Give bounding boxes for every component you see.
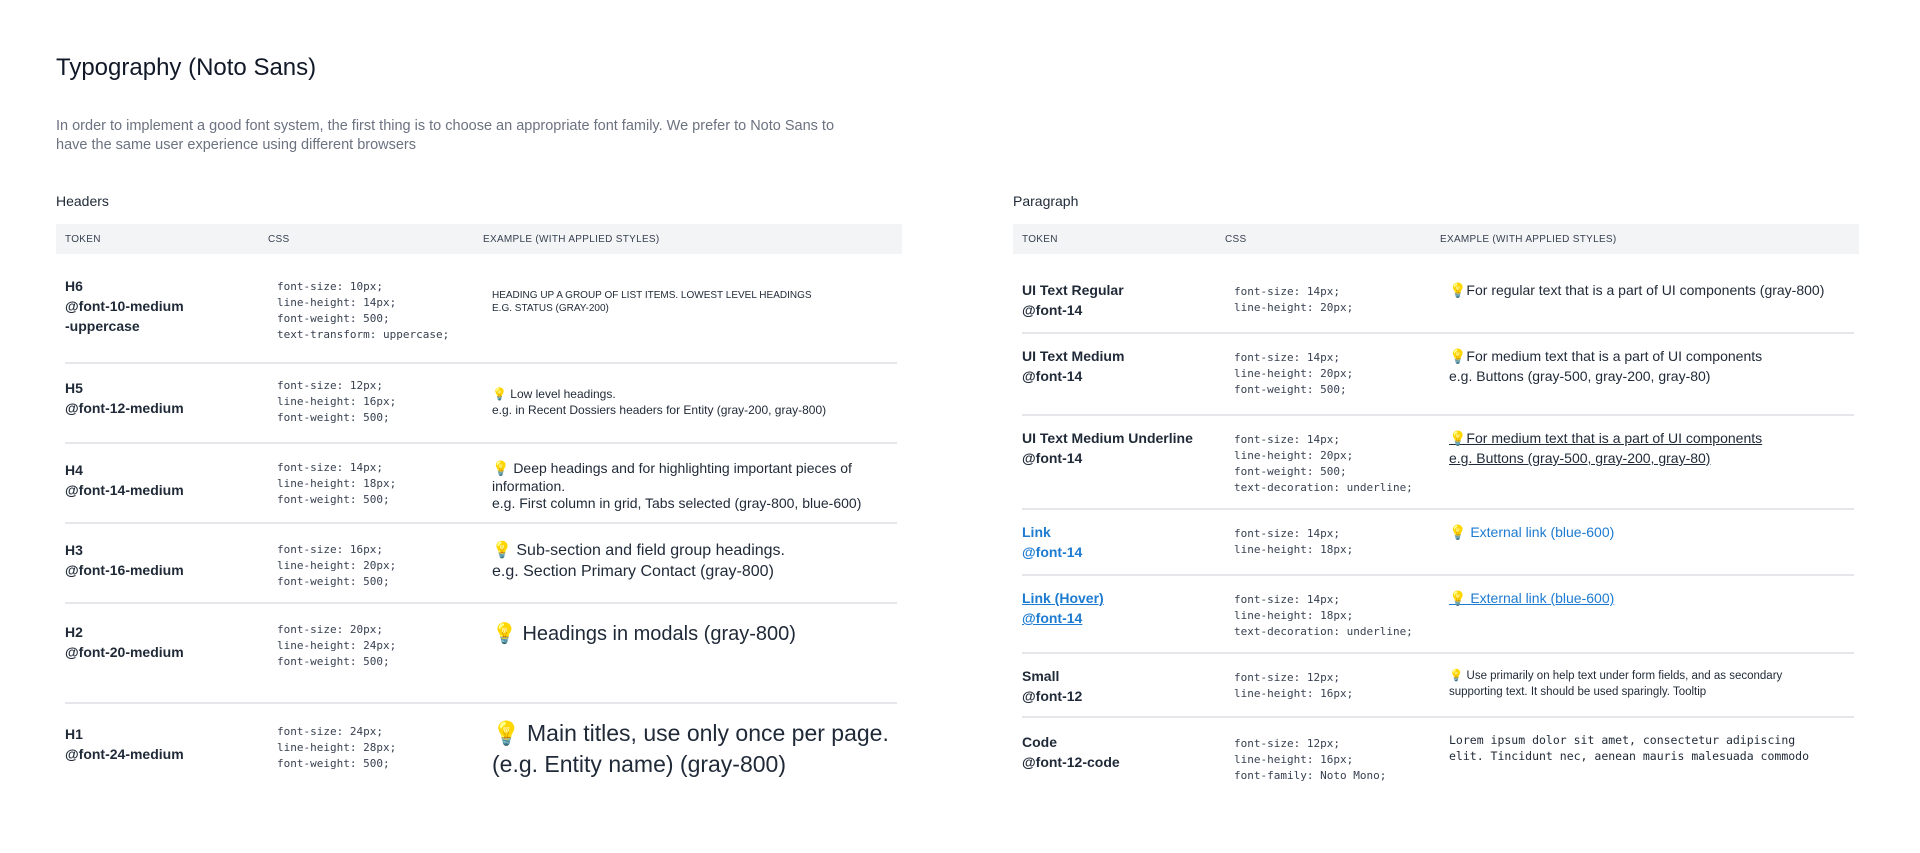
token-name: H1 @font-24-medium [65, 726, 184, 762]
column-token: TOKEN [65, 233, 101, 245]
token-name: UI Text Medium Underline @font-14 [1022, 430, 1193, 466]
token-name: H2 @font-20-medium [65, 624, 184, 660]
external-link[interactable]: 💡 External link (blue-600) [1449, 522, 1854, 542]
link-token[interactable]: Link @font-14 [1022, 522, 1234, 562]
page-description: In order to implement a good font system… [56, 118, 835, 153]
css-code: font-size: 14px; line-height: 18px; [1234, 527, 1354, 556]
example-text: 💡 Use primarily on help text under form … [1449, 670, 1783, 698]
table-row: Small @font-12 font-size: 12px; line-hei… [1022, 654, 1854, 718]
page-title: Typography (Noto Sans) [56, 54, 317, 81]
table-row: Link (Hover) @font-14 font-size: 14px; l… [1022, 576, 1854, 654]
code-example: Lorem ipsum dolor sit amet, consectetur … [1449, 733, 1810, 763]
headers-section: Headers TOKEN CSS EXAMPLE (WITH APPLIED … [56, 190, 902, 794]
headers-table-header: TOKEN CSS EXAMPLE (WITH APPLIED STYLES) [56, 224, 902, 254]
column-css: CSS [1225, 233, 1247, 245]
css-code: font-size: 16px; line-height: 20px; font… [277, 543, 397, 588]
css-code: font-size: 12px; line-height: 16px; font… [277, 379, 397, 424]
paragraph-section-title: Paragraph [1013, 193, 1079, 209]
table-row: H5 @font-12-medium font-size: 12px; line… [65, 364, 897, 444]
css-code: font-size: 24px; line-height: 28px; font… [277, 725, 397, 770]
token-name: H3 @font-16-medium [65, 542, 184, 578]
example-text: HEADING UP A GROUP OF LIST ITEMS. LOWEST… [492, 290, 812, 314]
example-text: 💡For medium text that is a part of UI co… [1449, 430, 1763, 466]
column-css: CSS [268, 233, 290, 245]
table-row: H1 @font-24-medium font-size: 24px; line… [65, 704, 897, 794]
table-row: H4 @font-14-medium font-size: 14px; line… [65, 444, 897, 524]
css-code: font-size: 12px; line-height: 16px; [1234, 671, 1354, 700]
token-name: H6 @font-10-medium -uppercase [65, 278, 184, 334]
example-text: 💡 Headings in modals (gray-800) [492, 623, 796, 645]
table-row: Code @font-12-code font-size: 12px; line… [1022, 718, 1854, 790]
example-text: 💡For medium text that is a part of UI co… [1449, 348, 1763, 384]
token-name: UI Text Regular @font-14 [1022, 282, 1124, 318]
paragraph-section: Paragraph TOKEN CSS EXAMPLE (WITH APPLIE… [1013, 190, 1859, 790]
css-code: font-size: 12px; line-height: 16px; font… [1234, 737, 1387, 782]
table-row: UI Text Medium Underline @font-14 font-s… [1022, 416, 1854, 510]
table-row: H6 @font-10-medium -uppercase font-size:… [65, 254, 897, 364]
css-code: font-size: 14px; line-height: 20px; font… [1234, 433, 1413, 494]
example-text: 💡 Sub-section and field group headings. … [492, 542, 785, 580]
headers-section-title: Headers [56, 193, 109, 209]
css-code: font-size: 14px; line-height: 18px; font… [277, 461, 397, 506]
table-row: UI Text Medium @font-14 font-size: 14px;… [1022, 334, 1854, 416]
css-code: font-size: 14px; line-height: 18px; text… [1234, 593, 1413, 638]
token-name: H4 @font-14-medium [65, 462, 184, 498]
column-example: EXAMPLE (WITH APPLIED STYLES) [1440, 233, 1617, 245]
table-row: UI Text Regular @font-14 font-size: 14px… [1022, 254, 1854, 334]
table-row: H2 @font-20-medium font-size: 20px; line… [65, 604, 897, 704]
example-text: 💡For regular text that is a part of UI c… [1449, 282, 1825, 298]
link-hover-token[interactable]: Link (Hover) @font-14 [1022, 588, 1234, 628]
example-text: 💡 Main titles, use only once per page. (… [492, 720, 889, 777]
token-name: H5 @font-12-medium [65, 380, 184, 416]
css-code: font-size: 20px; line-height: 24px; font… [277, 623, 397, 668]
token-name: UI Text Medium @font-14 [1022, 348, 1125, 384]
external-link-hover[interactable]: 💡 External link (blue-600) [1449, 588, 1854, 608]
css-code: font-size: 14px; line-height: 20px; font… [1234, 351, 1354, 396]
css-code: font-size: 14px; line-height: 20px; [1234, 285, 1354, 314]
example-text: 💡 Deep headings and for highlighting imp… [492, 460, 862, 511]
column-example: EXAMPLE (WITH APPLIED STYLES) [483, 233, 660, 245]
example-text: 💡 Low level headings. e.g. in Recent Dos… [492, 387, 827, 417]
column-token: TOKEN [1022, 233, 1058, 245]
paragraph-table-header: TOKEN CSS EXAMPLE (WITH APPLIED STYLES) [1013, 224, 1859, 254]
table-row: H3 @font-16-medium font-size: 16px; line… [65, 524, 897, 604]
css-code: font-size: 10px; line-height: 14px; font… [277, 280, 450, 341]
token-name: Code @font-12-code [1022, 734, 1120, 770]
token-name: Small @font-12 [1022, 668, 1083, 704]
table-row: Link @font-14 font-size: 14px; line-heig… [1022, 510, 1854, 576]
